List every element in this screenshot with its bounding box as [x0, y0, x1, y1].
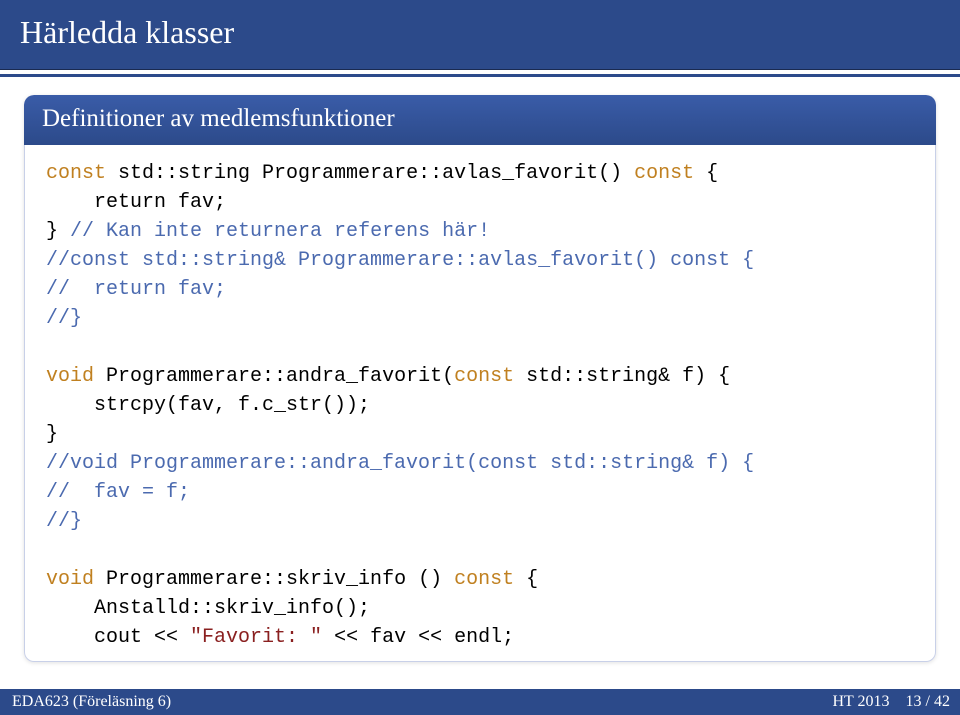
code-line: Anstalld::skriv_info(); — [46, 597, 370, 620]
definition-block: Definitioner av medlemsfunktioner const … — [24, 95, 936, 662]
code-comment: // return fav; — [46, 278, 226, 301]
slide-footer: EDA623 (Föreläsning 6) HT 2013 13 / 42 — [0, 689, 960, 715]
code-token: const — [454, 365, 514, 388]
code-line: } — [46, 423, 58, 446]
code-comment: //} — [46, 510, 82, 533]
code-line: strcpy(fav, f.c_str()); — [46, 394, 370, 417]
code-comment: // fav = f; — [46, 481, 190, 504]
footer-page-total: 42 — [934, 693, 950, 710]
code-comment: //const std::string& Programmerare::avla… — [46, 249, 754, 272]
code-comment: //} — [46, 307, 82, 330]
code-token: const — [634, 162, 694, 185]
code-token: } — [46, 220, 70, 243]
footer-page-info: HT 2013 13 / 42 — [833, 693, 960, 711]
block-title: Definitioner av medlemsfunktioner — [24, 95, 936, 145]
code-token: Programmerare::skriv_info () — [94, 568, 454, 591]
footer-term: HT 2013 — [833, 693, 890, 710]
code-comment: //void Programmerare::andra_favorit(cons… — [46, 452, 754, 475]
code-token: cout << — [46, 626, 190, 649]
code-token: { — [514, 568, 538, 591]
code-comment: // Kan inte returnera referens här! — [70, 220, 490, 243]
footer-page-current: 13 — [906, 693, 922, 710]
slide-title: Härledda klasser — [0, 0, 960, 70]
code-token: void — [46, 568, 94, 591]
code-token: void — [46, 365, 94, 388]
code-token: std::string Programmerare::avlas_favorit… — [106, 162, 634, 185]
code-token: << fav << endl; — [322, 626, 514, 649]
code-token: const — [46, 162, 106, 185]
footer-course: EDA623 (Föreläsning 6) — [0, 693, 171, 711]
code-token: const — [454, 568, 514, 591]
code-string: "Favorit: " — [190, 626, 322, 649]
code-token: Programmerare::andra_favorit( — [94, 365, 454, 388]
code-block: const std::string Programmerare::avlas_f… — [24, 145, 936, 662]
footer-page-sep: / — [922, 693, 934, 710]
code-line: return fav; — [46, 191, 226, 214]
code-token: std::string& f) { — [514, 365, 730, 388]
code-token: { — [694, 162, 718, 185]
content-area: Definitioner av medlemsfunktioner const … — [0, 77, 960, 662]
